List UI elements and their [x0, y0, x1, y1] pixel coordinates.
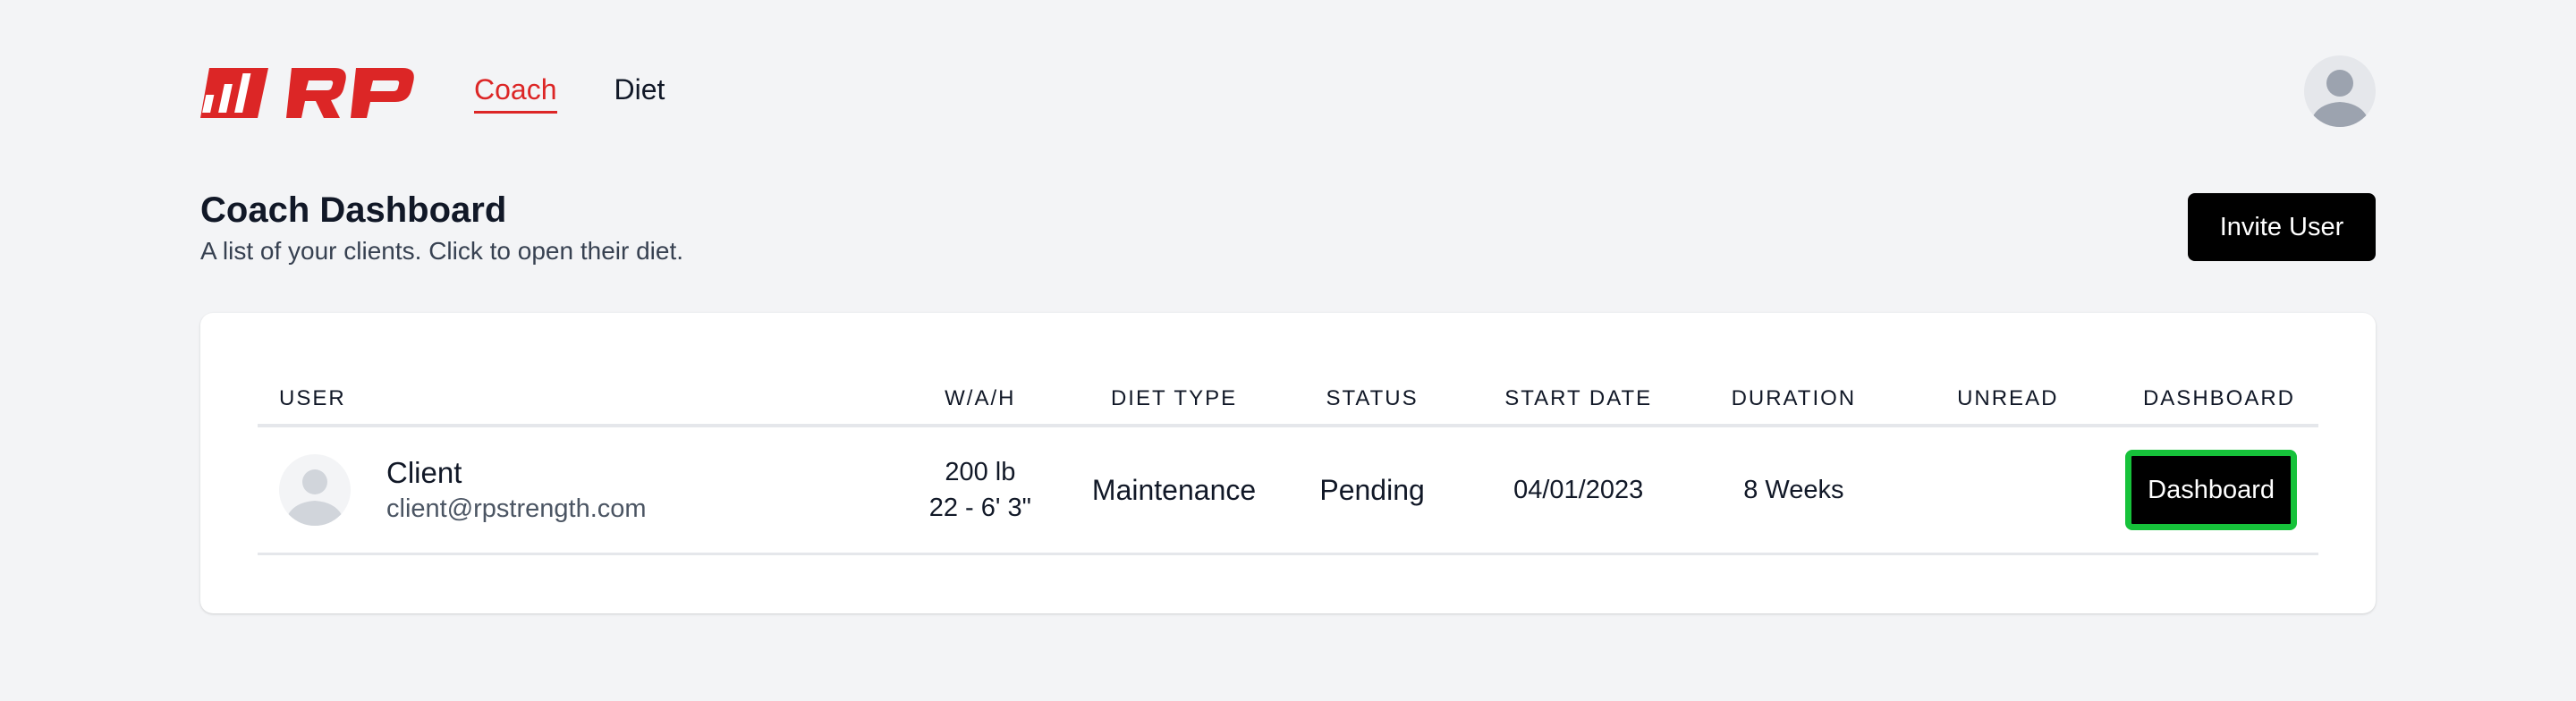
clients-card: USER W/A/H DIET TYPE STATUS START DATE D… — [200, 313, 2376, 613]
user-avatar-button[interactable] — [2304, 55, 2376, 127]
user-avatar-icon — [2309, 70, 2370, 127]
rp-logo[interactable] — [200, 63, 415, 120]
nav-link-diet[interactable]: Diet — [614, 72, 665, 114]
top-navigation-bar: Coach Diet — [200, 55, 2376, 127]
cell-unread — [1901, 426, 2115, 555]
column-header-user: USER — [258, 374, 886, 427]
cell-duration: 8 Weeks — [1686, 426, 1902, 555]
table-header-row: USER W/A/H DIET TYPE STATUS START DATE D… — [258, 374, 2318, 427]
column-header-dashboard: DASHBOARD — [2114, 374, 2318, 427]
cell-wah: 200 lb 22 - 6' 3" — [886, 426, 1074, 555]
table-row[interactable]: Client client@rpstrength.com 200 lb 22 -… — [258, 426, 2318, 555]
dashboard-button[interactable]: Dashboard — [2125, 450, 2297, 530]
client-name: Client — [386, 456, 462, 489]
cell-status: Pending — [1274, 426, 1471, 555]
user-info: Client client@rpstrength.com — [279, 454, 876, 526]
cell-diet-type: Maintenance — [1073, 426, 1275, 555]
column-header-start-date: START DATE — [1470, 374, 1687, 427]
column-header-duration: DURATION — [1686, 374, 1902, 427]
page-heading: Coach Dashboard A list of your clients. … — [200, 188, 683, 268]
page-subtitle: A list of your clients. Click to open th… — [200, 237, 684, 265]
client-email: client@rpstrength.com — [386, 494, 647, 523]
coach-dashboard-page: Coach Diet Coach Dashboard A list of you… — [0, 0, 2576, 701]
client-age-height: 22 - 6' 3" — [928, 494, 1031, 522]
main-nav: Coach Diet — [474, 72, 665, 114]
page-title: Coach Dashboard — [200, 190, 507, 230]
column-header-diet-type: DIET TYPE — [1073, 374, 1275, 427]
cell-start-date: 04/01/2023 — [1470, 426, 1687, 555]
user-avatar-icon — [284, 469, 345, 526]
client-avatar — [279, 454, 351, 526]
column-header-status: STATUS — [1274, 374, 1471, 427]
user-text: Client client@rpstrength.com — [386, 454, 647, 526]
client-weight: 200 lb — [945, 458, 1016, 486]
nav-link-coach[interactable]: Coach — [474, 72, 557, 114]
clients-table: USER W/A/H DIET TYPE STATUS START DATE D… — [258, 374, 2318, 555]
rp-logo-icon — [200, 68, 414, 118]
cell-dashboard: Dashboard — [2114, 426, 2318, 555]
column-header-wah: W/A/H — [886, 374, 1074, 427]
cell-user: Client client@rpstrength.com — [258, 426, 886, 555]
column-header-unread: UNREAD — [1901, 374, 2115, 427]
invite-user-button[interactable]: Invite User — [2188, 193, 2376, 261]
